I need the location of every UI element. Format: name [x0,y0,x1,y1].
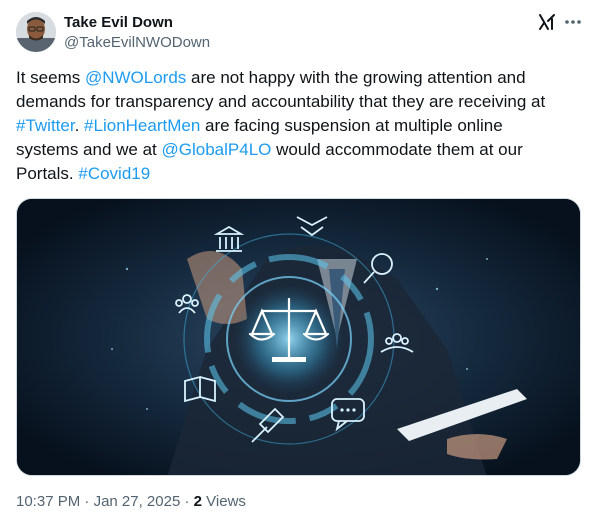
text-segment: Portals. [16,164,79,183]
grok-icon[interactable] [537,12,557,32]
separator: · [80,493,94,510]
text-segment: systems and we at [16,140,162,159]
views-label: Views [202,493,246,510]
tweet-media-image[interactable] [16,198,581,476]
tweet-line: systems and we at @GlobalP4LO would acco… [16,138,582,162]
user-handle[interactable]: @TakeEvilNWODown [64,33,210,53]
author-block: Take Evil Down @TakeEvilNWODown [64,13,210,53]
tweet-line: Portals. #Covid19 [16,162,582,186]
timestamp-date[interactable]: Jan 27, 2025 [94,493,181,510]
text-segment: demands for transparency and accountabil… [16,92,546,111]
avatar-image [16,12,56,52]
more-dots-icon[interactable] [563,12,583,32]
justice-hologram-illustration [17,199,580,475]
avatar[interactable] [16,12,56,52]
separator: · [180,493,194,510]
text-segment: are not happy with the growing attention… [186,68,526,87]
hashtag-link[interactable]: #Covid19 [78,164,150,183]
mention-link[interactable]: @NWOLords [85,68,186,87]
tweet-line: #Twitter. #LionHeartMen are facing suspe… [16,114,582,138]
text-segment: are facing suspension at multiple online [200,116,503,135]
hashtag-link[interactable]: #LionHeartMen [84,116,200,135]
tweet-line: It seems @NWOLords are not happy with th… [16,66,582,90]
text-segment: would accommodate them at our [271,140,523,159]
views-count: 2 [193,493,202,510]
hashtag-link[interactable]: #Twitter [16,116,75,135]
mention-link[interactable]: @GlobalP4LO [162,140,272,159]
tweet-line: demands for transparency and accountabil… [16,90,582,114]
display-name[interactable]: Take Evil Down [64,13,210,33]
timestamp-time[interactable]: 10:37 PM [16,493,80,510]
text-segment: . [74,116,85,135]
text-segment: It seems [16,68,85,87]
tweet-meta: 10:37 PM · Jan 27, 2025 · 2 Views [16,492,246,512]
tweet-text: It seems @NWOLords are not happy with th… [16,66,582,186]
